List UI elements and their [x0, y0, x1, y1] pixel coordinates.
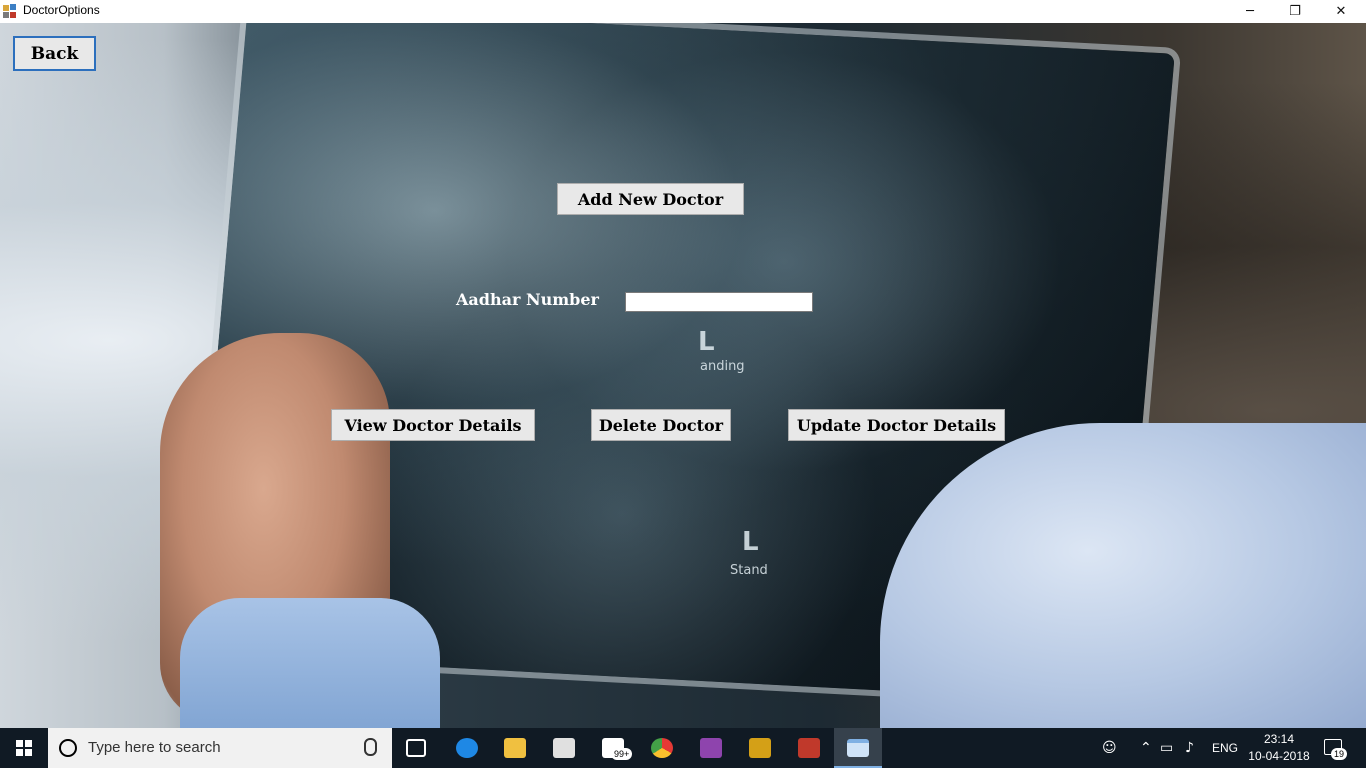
doctor-options-taskbar-button[interactable]: [834, 728, 882, 768]
window-icon: [847, 739, 869, 757]
delete-doctor-button[interactable]: Delete Doctor: [591, 409, 731, 441]
chrome-button[interactable]: [638, 728, 686, 768]
app-tool-button[interactable]: [785, 728, 833, 768]
xray-marker-bottom-text: Stand: [730, 563, 768, 578]
taskbar: Type here to search 99+ ☺ ⌃ ▭ ♪ ENG 23:1…: [0, 728, 1366, 768]
form-background: L anding L Stand: [0, 23, 1366, 728]
edge-button[interactable]: [443, 728, 491, 768]
aadhar-number-input[interactable]: [625, 292, 813, 312]
folder-icon: [504, 738, 526, 758]
chrome-icon: [651, 738, 673, 758]
taskbar-search-box[interactable]: Type here to search: [48, 728, 392, 768]
task-view-icon: [406, 739, 426, 757]
xray-marker-bottom: L: [742, 527, 759, 557]
xray-marker-top-text: anding: [700, 359, 745, 374]
cortana-icon: [59, 739, 77, 757]
view-doctor-details-button[interactable]: View Doctor Details: [331, 409, 535, 441]
title-bar: DoctorOptions ─ ❐ ✕: [0, 0, 1366, 23]
back-button[interactable]: Back: [13, 36, 96, 71]
add-new-doctor-button[interactable]: Add New Doctor: [557, 183, 744, 215]
start-button[interactable]: [0, 728, 48, 768]
database-icon: [749, 738, 771, 758]
people-icon[interactable]: ☺: [1102, 740, 1117, 756]
file-explorer-button[interactable]: [491, 728, 539, 768]
mail-badge: 99+: [611, 748, 633, 760]
store-icon: [553, 738, 575, 758]
language-indicator[interactable]: ENG: [1212, 728, 1238, 768]
app-icon: [3, 4, 17, 18]
visual-studio-button[interactable]: [687, 728, 735, 768]
toolbox-icon: [798, 738, 820, 758]
xray-marker-top: L: [698, 327, 715, 357]
database-tool-button[interactable]: [736, 728, 784, 768]
sleeve-image: [180, 598, 440, 728]
chevron-up-icon[interactable]: ⌃: [1140, 740, 1152, 756]
microphone-icon[interactable]: [364, 738, 377, 756]
notification-count: 19: [1331, 748, 1348, 760]
aadhar-number-label: Aadhar Number: [456, 290, 599, 309]
close-button[interactable]: ✕: [1318, 0, 1364, 23]
volume-icon[interactable]: ♪: [1185, 740, 1194, 756]
search-placeholder: Type here to search: [88, 739, 221, 756]
store-button[interactable]: [540, 728, 588, 768]
window-title: DoctorOptions: [23, 3, 100, 17]
power-icon[interactable]: ▭: [1160, 740, 1173, 756]
windows-logo-icon: [16, 740, 32, 756]
clock-time: 23:14: [1263, 732, 1295, 746]
edge-icon: [456, 738, 478, 758]
task-view-button[interactable]: [392, 728, 440, 768]
update-doctor-details-button[interactable]: Update Doctor Details: [788, 409, 1005, 441]
visual-studio-icon: [700, 738, 722, 758]
clock-date: 10-04-2018: [1248, 749, 1310, 763]
minimize-button[interactable]: ─: [1227, 0, 1273, 23]
clock[interactable]: 23:14 10-04-2018: [1246, 731, 1312, 765]
maximize-button[interactable]: ❐: [1272, 0, 1318, 23]
